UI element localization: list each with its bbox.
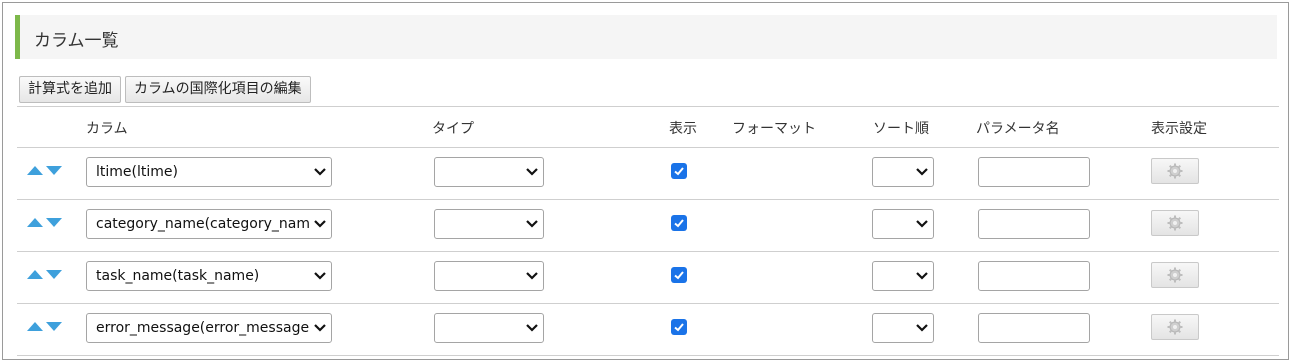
column-select-value: task_name(task_name): [96, 268, 260, 284]
checkmark-icon: [674, 323, 684, 332]
column-select-value: error_message(error_message): [96, 320, 309, 336]
chevron-down-icon: [526, 324, 538, 332]
section-header: カラム一覧: [15, 15, 1277, 59]
checkmark-icon: [674, 219, 684, 228]
chevron-down-icon: [526, 272, 538, 280]
display-settings-button[interactable]: [1151, 210, 1199, 236]
sort-select[interactable]: [872, 157, 934, 187]
column-select[interactable]: ltime(ltime): [86, 157, 332, 187]
chevron-down-icon: [916, 272, 928, 280]
chevron-down-icon: [314, 168, 326, 176]
gear-icon: [1167, 163, 1183, 179]
table-row: ltime(ltime): [17, 148, 1279, 200]
display-settings-button[interactable]: [1151, 262, 1199, 288]
triangle-up-icon[interactable]: [27, 166, 43, 175]
triangle-down-icon[interactable]: [46, 218, 62, 227]
triangle-down-icon[interactable]: [46, 322, 62, 331]
reorder-arrows: [27, 218, 62, 227]
header-type: タイプ: [432, 121, 474, 137]
header-format: フォーマット: [732, 121, 816, 137]
column-select-value: ltime(ltime): [96, 164, 178, 180]
table-row: error_message(error_message): [17, 304, 1279, 356]
edit-i18n-button[interactable]: カラムの国際化項目の編集: [125, 76, 311, 103]
header-param: パラメータ名: [976, 121, 1060, 137]
header-sort: ソート順: [873, 121, 929, 137]
display-settings-button[interactable]: [1151, 314, 1199, 340]
triangle-up-icon[interactable]: [27, 218, 43, 227]
gear-icon: [1167, 267, 1183, 283]
chevron-down-icon: [916, 168, 928, 176]
column-list-panel: カラム一覧 計算式を追加 カラムの国際化項目の編集 カラム タイプ 表示 フォー…: [2, 2, 1289, 360]
gear-icon: [1167, 319, 1183, 335]
table-header: カラム タイプ 表示 フォーマット ソート順 パラメータ名 表示設定: [17, 106, 1279, 148]
chevron-down-icon: [314, 272, 326, 280]
chevron-down-icon: [314, 220, 326, 228]
type-select[interactable]: [434, 313, 544, 343]
sort-select[interactable]: [872, 261, 934, 291]
triangle-up-icon[interactable]: [27, 322, 43, 331]
display-checkbox[interactable]: [671, 215, 687, 231]
reorder-arrows: [27, 166, 62, 175]
triangle-down-icon[interactable]: [46, 166, 62, 175]
display-checkbox[interactable]: [671, 267, 687, 283]
header-column: カラム: [86, 121, 128, 137]
gear-icon: [1167, 215, 1183, 231]
chevron-down-icon: [916, 220, 928, 228]
column-select[interactable]: task_name(task_name): [86, 261, 332, 291]
checkmark-icon: [674, 271, 684, 280]
param-name-input[interactable]: [978, 313, 1090, 343]
triangle-up-icon[interactable]: [27, 270, 43, 279]
sort-select[interactable]: [872, 209, 934, 239]
triangle-down-icon[interactable]: [46, 270, 62, 279]
chevron-down-icon: [526, 220, 538, 228]
type-select[interactable]: [434, 157, 544, 187]
column-select-value: category_name(category_name): [96, 216, 309, 232]
add-formula-button[interactable]: 計算式を追加: [19, 76, 121, 103]
param-name-input[interactable]: [978, 261, 1090, 291]
column-select[interactable]: error_message(error_message): [86, 313, 332, 343]
chevron-down-icon: [526, 168, 538, 176]
type-select[interactable]: [434, 209, 544, 239]
display-checkbox[interactable]: [671, 319, 687, 335]
type-select[interactable]: [434, 261, 544, 291]
column-select[interactable]: category_name(category_name): [86, 209, 332, 239]
header-settings: 表示設定: [1151, 121, 1207, 137]
chevron-down-icon: [314, 324, 326, 332]
reorder-arrows: [27, 322, 62, 331]
display-checkbox[interactable]: [671, 163, 687, 179]
header-display: 表示: [669, 121, 697, 137]
table-row: task_name(task_name): [17, 252, 1279, 304]
toolbar: 計算式を追加 カラムの国際化項目の編集: [19, 76, 311, 103]
display-settings-button[interactable]: [1151, 158, 1199, 184]
checkmark-icon: [674, 167, 684, 176]
sort-select[interactable]: [872, 313, 934, 343]
param-name-input[interactable]: [978, 157, 1090, 187]
param-name-input[interactable]: [978, 209, 1090, 239]
chevron-down-icon: [916, 324, 928, 332]
reorder-arrows: [27, 270, 62, 279]
section-title: カラム一覧: [34, 31, 119, 51]
column-table: カラム タイプ 表示 フォーマット ソート順 パラメータ名 表示設定 ltime…: [17, 106, 1279, 356]
table-row: category_name(category_name): [17, 200, 1279, 252]
